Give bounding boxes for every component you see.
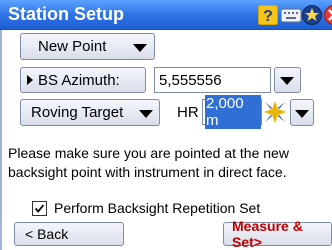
favorites-star-icon[interactable] <box>302 5 322 25</box>
close-icon[interactable] <box>324 5 332 25</box>
bs-azimuth-value: 5,555556 <box>159 71 222 89</box>
keyboard-icon[interactable] <box>281 5 301 25</box>
hr-dropdown-button[interactable] <box>290 99 314 126</box>
hr-input[interactable]: 2,000 m <box>202 95 262 129</box>
point-method-value: New Point <box>38 38 107 55</box>
compass-icon[interactable] <box>263 100 287 124</box>
measure-and-set-button[interactable]: Measure & Set> <box>223 218 332 250</box>
point-method-dropdown[interactable]: New Point <box>20 33 155 60</box>
target-type-dropdown[interactable]: Roving Target <box>20 99 160 126</box>
measure-and-set-label: Measure & Set> <box>232 218 303 250</box>
left-edge-accent <box>0 30 2 250</box>
hr-label: HR <box>177 104 199 121</box>
repetition-checkbox[interactable] <box>32 201 47 216</box>
instruction-message: Please make sure you are pointed at the … <box>8 145 289 180</box>
chevron-down-icon <box>295 110 309 118</box>
back-button[interactable]: < Back <box>14 222 124 246</box>
hr-value: 2,000 m <box>205 95 261 129</box>
backsight-mode-button[interactable]: BS Azimuth: <box>20 67 146 93</box>
chevron-down-icon <box>133 44 147 52</box>
svg-text:?: ? <box>263 8 273 25</box>
bs-azimuth-dropdown-button[interactable] <box>274 67 301 93</box>
chevron-down-icon <box>139 110 153 118</box>
chevron-down-icon <box>280 77 294 85</box>
bs-azimuth-input[interactable]: 5,555556 <box>154 67 271 93</box>
window-title: Station Setup <box>8 4 124 24</box>
target-type-value: Roving Target <box>31 104 124 121</box>
backsight-mode-label: BS Azimuth: <box>38 71 120 89</box>
back-button-label: < Back <box>25 226 69 242</box>
title-bar: Station Setup ? <box>0 0 332 30</box>
repetition-checkbox-label[interactable]: Perform Backsight Repetition Set <box>54 200 260 216</box>
help-icon[interactable]: ? <box>258 5 278 25</box>
triangle-right-icon <box>27 75 33 85</box>
